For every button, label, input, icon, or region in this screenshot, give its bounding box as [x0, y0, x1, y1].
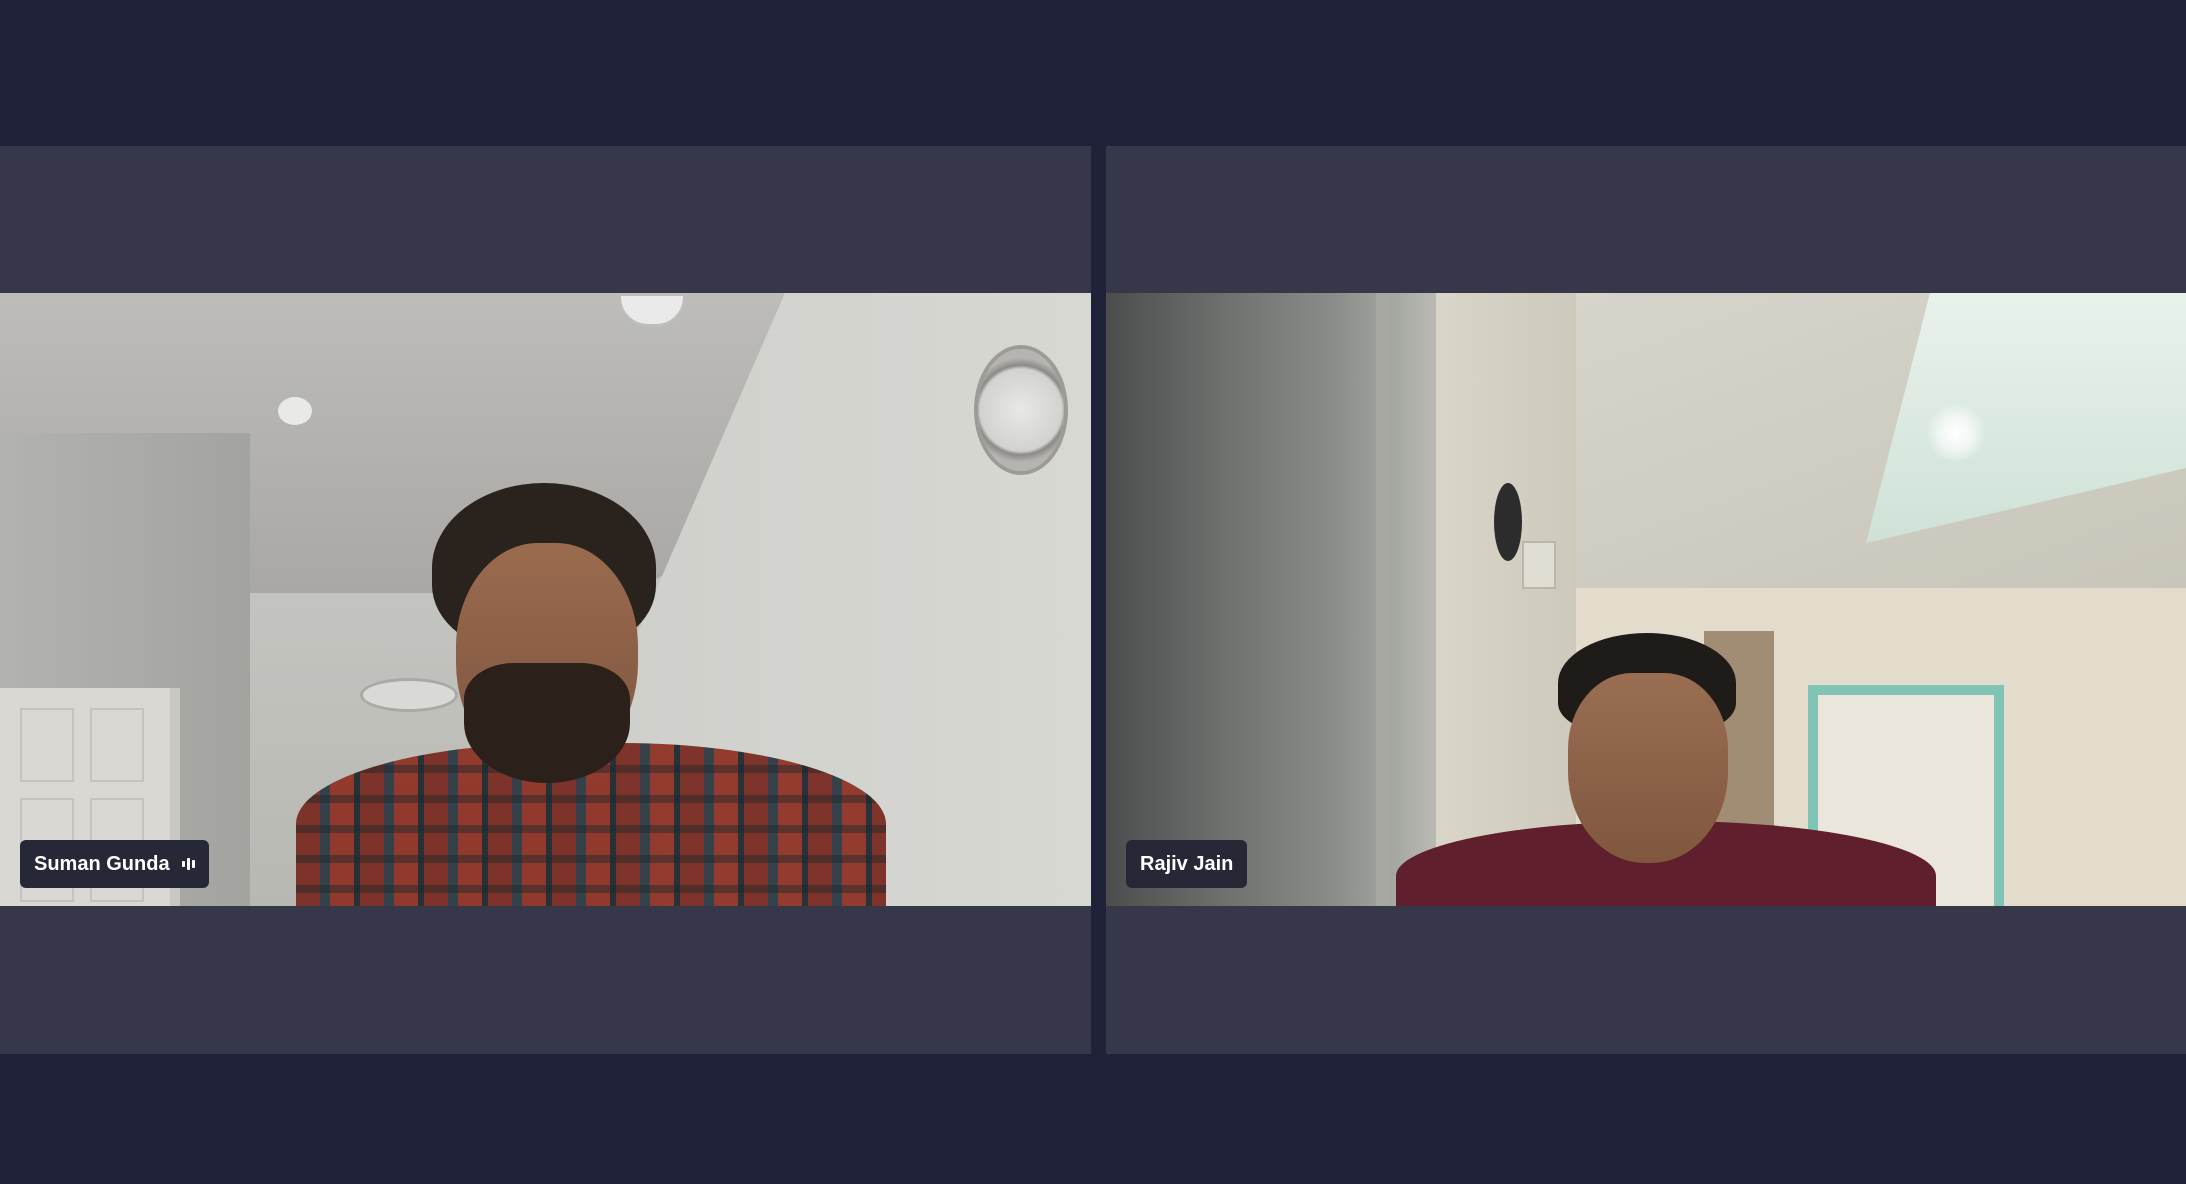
participant-tile-suman[interactable]: Suman Gunda [0, 146, 1091, 1054]
participant-name: Suman Gunda [34, 852, 170, 875]
participant-tile-rajiv[interactable]: Rajiv Jain [1106, 146, 2186, 1054]
participant-video-rajiv [1106, 293, 2186, 906]
wall-clock [978, 349, 1064, 471]
wall-clock [1494, 483, 1522, 561]
participant-name: Rajiv Jain [1140, 852, 1234, 875]
audio-level-icon [181, 856, 195, 872]
participant-video-suman [0, 293, 1091, 906]
participant-name-badge: Suman Gunda [20, 840, 209, 888]
participant-name-badge: Rajiv Jain [1126, 840, 1248, 888]
meeting-stage: Suman Gunda Rajiv Jain [0, 0, 2186, 1184]
